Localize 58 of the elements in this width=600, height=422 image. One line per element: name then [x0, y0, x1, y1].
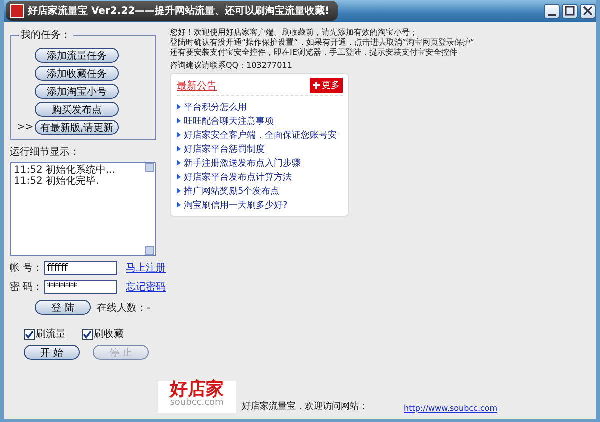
bullet-icon: [177, 146, 181, 152]
footer-text: 好店家流量宝，欢迎访问网站：: [242, 400, 368, 413]
notice-link[interactable]: 好店家平台惩罚制度: [184, 142, 265, 156]
maximize-icon: [565, 6, 575, 16]
update-marker: >>: [17, 122, 34, 133]
logo: 好店家 soubcc.com: [158, 381, 236, 413]
bullet-icon: [177, 118, 181, 124]
close-button[interactable]: [580, 4, 596, 18]
window-title: 好店家流量宝 Ver2.22——提升网站流量、还可以刷淘宝流量收藏!: [28, 4, 330, 18]
notice-title: 最新公告: [177, 80, 217, 92]
more-button[interactable]: 更多: [310, 78, 343, 93]
password-field[interactable]: ******: [44, 280, 118, 294]
notice-link[interactable]: 好店家平台发布点计算方法: [184, 170, 292, 184]
bullet-icon: [177, 202, 181, 208]
contact-text: 咨询建议请联系QQ：103277011: [170, 61, 294, 71]
intro-text: 登陆时确认有没开通“操作保护设置”，如果有开通，点击进去取消”淘宝网页登录保护“: [170, 38, 476, 48]
plus-icon: [313, 82, 320, 89]
notice-link[interactable]: 新手注册激送发布点入门步骤: [184, 156, 301, 170]
intro-text: 还有要安装支付宝安全控件，即在IE浏览器，手工登陆，提示安装支付宝安全控件: [170, 48, 458, 58]
task-button[interactable]: 添加收藏任务: [35, 66, 119, 81]
website-link[interactable]: http://www.soubcc.com: [404, 404, 498, 413]
log-label: 运行细节显示：: [10, 146, 81, 159]
scrollbar[interactable]: [145, 163, 155, 255]
password-label: 密 码：: [10, 280, 44, 294]
bullet-icon: [177, 188, 181, 194]
group-title: 我的任务：: [20, 28, 72, 42]
close-icon: [583, 6, 593, 16]
app-icon: [10, 4, 24, 18]
checkbox[interactable]: [82, 328, 93, 340]
notice-link[interactable]: 好店家安全客户端，全面保证您账号安: [184, 128, 337, 142]
minimize-icon: [548, 14, 556, 16]
minimize-button[interactable]: [544, 4, 560, 18]
notice-link[interactable]: 平台积分怎么用: [184, 100, 247, 114]
log-line: 11:52 初始化系统中...: [14, 165, 116, 176]
notice-link[interactable]: 淘宝刷信用一天刷多少好?: [184, 198, 288, 212]
action-button[interactable]: 开 始: [24, 345, 80, 360]
intro-text: 您好！欢迎使用好店家客户端。刷收藏前，请先添加有效的淘宝小号；: [170, 28, 419, 38]
register-link[interactable]: 马上注册: [126, 261, 166, 275]
account-field[interactable]: ffffff: [44, 261, 118, 275]
account-label: 帐 号：: [10, 262, 44, 275]
notice-link[interactable]: 推广网站奖励5个发布点: [184, 184, 280, 198]
notice-link[interactable]: 旺旺配合聊天注意事项: [184, 114, 274, 128]
task-button[interactable]: 添加流量任务: [35, 48, 119, 63]
forgot-password-link[interactable]: 忘记密码: [126, 280, 166, 294]
task-button[interactable]: 购买发布点: [35, 102, 119, 117]
task-button[interactable]: 有最新版,请更新: [35, 120, 119, 135]
maximize-button[interactable]: [562, 4, 578, 18]
bullet-icon: [177, 174, 181, 180]
bullet-icon: [177, 132, 181, 138]
online-count: 在线人数：-: [97, 302, 151, 314]
task-button[interactable]: 添加淘宝小号: [35, 84, 119, 99]
checkbox-label: 刷收藏: [94, 328, 124, 341]
checkbox-label: 刷流量: [36, 328, 66, 341]
checkbox[interactable]: [24, 328, 35, 340]
log-line: 11:52 初始化完毕.: [14, 176, 100, 187]
login-button[interactable]: 登 陆: [35, 300, 91, 315]
bullet-icon: [177, 104, 181, 110]
bullet-icon: [177, 160, 181, 166]
